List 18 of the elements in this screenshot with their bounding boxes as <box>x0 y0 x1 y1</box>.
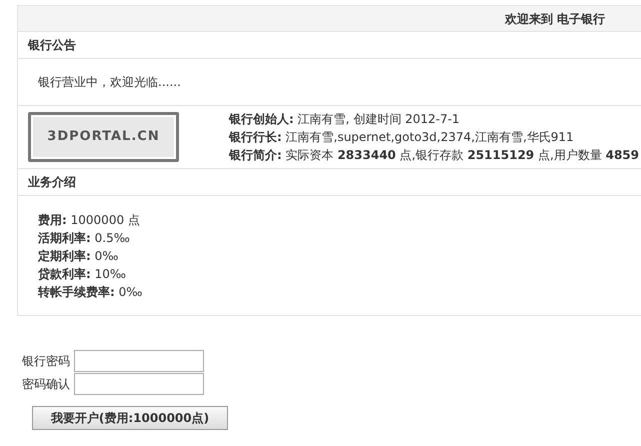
section-heading: 银行公告 <box>28 37 76 54</box>
business-item: 费用: 1000000 点 <box>38 212 141 228</box>
bank-info-line: 银行创始人: 江南有雪, 创建时间 2012-7-1 <box>229 111 461 128</box>
field-label: 密码确认 <box>22 376 71 393</box>
business-item: 转帐手续费率: 0‰ <box>38 284 144 300</box>
bank-info-line: 银行简介: 实际资本 2833440 点,银行存款 25115129 点,用户数量 4859 <box>229 147 640 164</box>
header-title: 欢迎来到 电子银行 <box>504 10 605 28</box>
logo-text: 3DPORTAL.CN <box>47 128 160 146</box>
bank-info-line: 银行行长: 江南有雪,supernet,goto3d,2374,江南有雪,华氏911 <box>229 129 575 146</box>
field-label: 银行密码 <box>22 353 71 370</box>
password-field[interactable] <box>74 373 204 395</box>
business-item: 贷款利率: 10‰ <box>38 266 128 282</box>
business-item: 定期利率: 0‰ <box>38 248 120 264</box>
section-heading: 业务介绍 <box>28 174 76 191</box>
notice-text: 银行营业中，欢迎光临...... <box>38 74 181 91</box>
password-field[interactable] <box>74 350 204 372</box>
business-item: 活期利率: 0.5‰ <box>38 230 131 246</box>
open-account-button[interactable]: 我要开户(费用:1000000点) <box>32 406 228 430</box>
